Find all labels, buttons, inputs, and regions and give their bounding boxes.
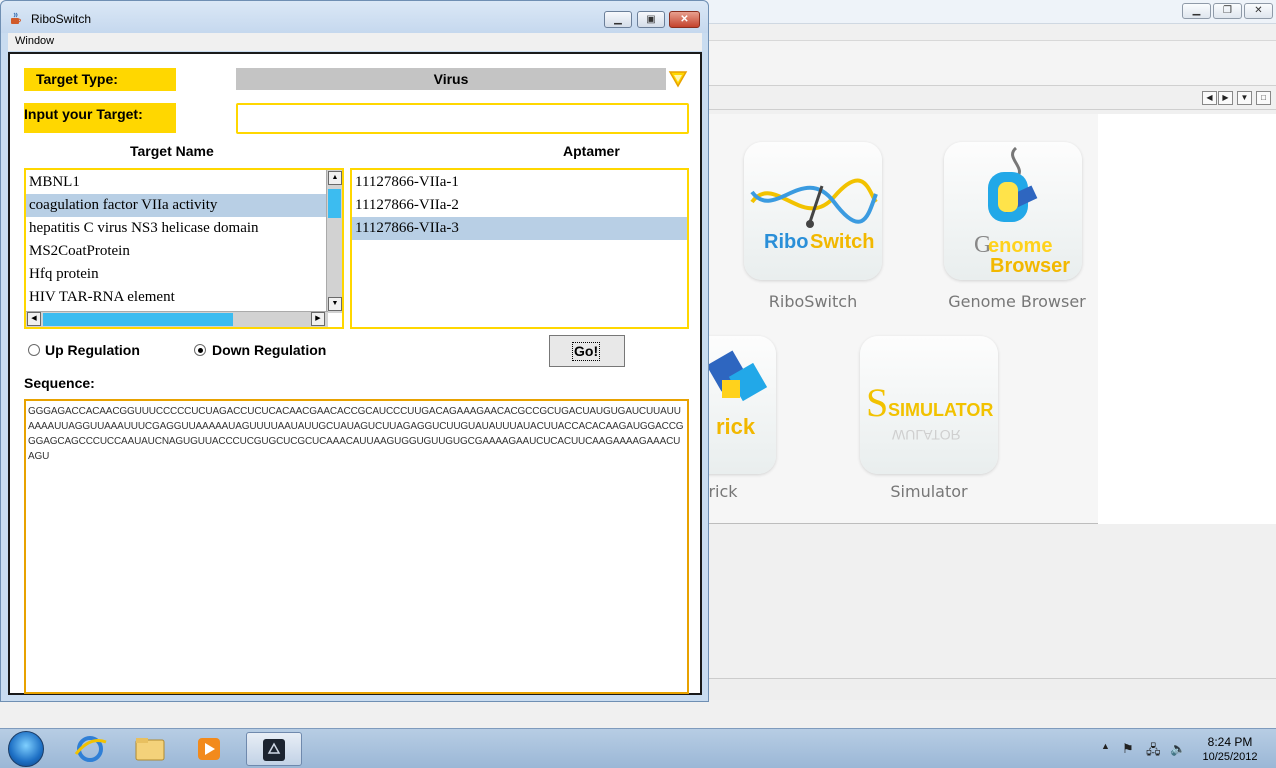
aptamer-header: Aptamer (563, 143, 620, 159)
target-type-label: Target Type: (24, 68, 176, 91)
scroll-left-icon[interactable]: ◀ (27, 312, 41, 326)
dialog-title: RiboSwitch (31, 12, 92, 26)
aptamer-item[interactable]: 11127866-VIIa-2 (352, 194, 687, 217)
riboswitch-app-tile[interactable]: Ribo Switch (744, 142, 882, 280)
desktop-tab-strip: ◀ ▶ ▼ □ (708, 88, 1276, 110)
riboswitch-taskbar-button[interactable] (246, 732, 302, 766)
action-center-flag-icon[interactable]: ⚑ (1122, 741, 1134, 757)
dialog-minimize-button[interactable]: ▁ (604, 11, 632, 28)
genome-browser-logo-icon: G enome Browser (974, 146, 1070, 277)
down-regulation-radio[interactable] (194, 344, 206, 356)
scroll-up-icon[interactable]: ▲ (328, 171, 342, 185)
aptamer-list[interactable]: 11127866-VIIa-1 11127866-VIIa-2 11127866… (350, 168, 689, 329)
svg-text:WULATOR: WULATOR (892, 427, 961, 443)
dialog-maximize-button[interactable]: ▣ (637, 11, 665, 28)
java-app-icon (263, 739, 285, 761)
riboswitch-dialog: RiboSwitch ▁ ▣ ✕ Window Target Type: Vir… (0, 0, 709, 702)
media-player-icon[interactable] (182, 732, 238, 766)
file-explorer-icon[interactable] (122, 732, 178, 766)
dialog-titlebar[interactable]: RiboSwitch ▁ ▣ ✕ (1, 1, 708, 33)
go-button-label: Go! (572, 342, 601, 361)
genome-browser-app-tile[interactable]: G enome Browser (944, 142, 1082, 280)
clock-date[interactable]: 10/25/2012 (1196, 751, 1264, 763)
genome-browser-app-label: Genome Browser (948, 292, 1086, 311)
dialog-menubar: Window (8, 33, 702, 51)
network-icon[interactable]: 🖧 (1146, 741, 1161, 763)
sequence-textarea[interactable]: GGGAGACCACAACGGUUUCCCCCUCUAGACCUCUCACAAC… (24, 399, 689, 694)
svg-text:SIMULATOR: SIMULATOR (888, 400, 993, 420)
tab-scroll-right-icon[interactable]: ▶ (1218, 91, 1233, 105)
volume-icon[interactable]: 🔈 (1170, 741, 1186, 757)
target-input[interactable] (236, 103, 689, 134)
sequence-label: Sequence: (24, 375, 95, 391)
windows-start-icon[interactable] (8, 731, 44, 767)
taskbar: ▲ ⚑ 🖧 🔈 8:24 PM 10/25/2012 (0, 728, 1276, 768)
menu-window[interactable]: Window (15, 35, 54, 47)
target-name-item[interactable]: hepatitis C virus NS3 helicase domain (26, 217, 342, 240)
svg-text:rick: rick (716, 414, 756, 439)
tab-scroll-left-icon[interactable]: ◀ (1202, 91, 1217, 105)
app-launcher-panel: Ribo Switch RiboSwitch G enome Browser G… (638, 114, 1098, 524)
svg-text:Browser: Browser (990, 255, 1070, 277)
simulator-app-label: Simulator (890, 482, 968, 501)
riboswitch-logo-icon: Ribo Switch (750, 178, 878, 253)
dialog-content: Target Type: Virus Input your Target: Ta… (8, 52, 702, 695)
target-name-list[interactable]: MBNL1 coagulation factor VIIa activity h… (24, 168, 344, 329)
vertical-scroll-thumb[interactable] (328, 189, 341, 218)
horizontal-scroll-thumb[interactable] (43, 313, 233, 326)
svg-text:enome: enome (988, 235, 1052, 257)
tab-maximize-icon[interactable]: □ (1256, 91, 1271, 105)
target-name-item-selected[interactable]: coagulation factor VIIa activity (26, 194, 342, 217)
main-close-button[interactable]: ✕ (1244, 3, 1273, 19)
horizontal-scrollbar[interactable]: ◀ ▶ (26, 311, 328, 327)
target-type-dropdown[interactable]: Virus (236, 68, 666, 90)
dropdown-arrow-icon[interactable] (668, 70, 688, 88)
go-button[interactable]: Go! (549, 335, 625, 367)
simulator-logo-icon: S SIMULATOR WULATOR (866, 380, 993, 443)
svg-text:S: S (866, 380, 888, 425)
aptamer-item[interactable]: 11127866-VIIa-1 (352, 171, 687, 194)
app-launcher-empty-area (1098, 114, 1276, 524)
main-restore-button[interactable]: ❐ (1213, 3, 1242, 19)
target-name-item[interactable]: MS2CoatProtein (26, 240, 342, 263)
main-minimize-button[interactable]: ▁ (1182, 3, 1211, 19)
down-regulation-label[interactable]: Down Regulation (212, 342, 326, 358)
target-name-item[interactable]: HIV TAR-RNA element (26, 286, 342, 309)
up-regulation-label[interactable]: Up Regulation (45, 342, 140, 358)
clock-time[interactable]: 8:24 PM (1198, 735, 1262, 749)
input-target-label: Input your Target: (24, 103, 176, 133)
simulator-app-tile[interactable]: S SIMULATOR WULATOR (860, 336, 998, 474)
tab-list-icon[interactable]: ▼ (1237, 91, 1252, 105)
vertical-scrollbar[interactable]: ▲ ▼ (326, 170, 342, 313)
target-name-item[interactable]: MBNL1 (26, 171, 342, 194)
scroll-right-icon[interactable]: ▶ (311, 312, 325, 326)
dialog-close-button[interactable]: ✕ (669, 11, 700, 28)
up-regulation-radio[interactable] (28, 344, 40, 356)
java-cup-icon (11, 12, 21, 24)
main-status-bar (708, 678, 1276, 700)
scroll-down-icon[interactable]: ▼ (328, 297, 342, 311)
svg-text:Ribo: Ribo (764, 231, 808, 253)
show-hidden-icons-icon[interactable]: ▲ (1101, 741, 1110, 751)
svg-text:Switch: Switch (810, 231, 874, 253)
internet-explorer-icon[interactable] (62, 732, 118, 766)
riboswitch-app-label: RiboSwitch (768, 292, 858, 311)
target-name-item[interactable]: Hfq protein (26, 263, 342, 286)
radio-selected-dot (198, 348, 203, 353)
aptamer-item-selected[interactable]: 11127866-VIIa-3 (352, 217, 687, 240)
target-name-header: Target Name (130, 143, 214, 159)
rick-app-label: rick (708, 482, 738, 501)
